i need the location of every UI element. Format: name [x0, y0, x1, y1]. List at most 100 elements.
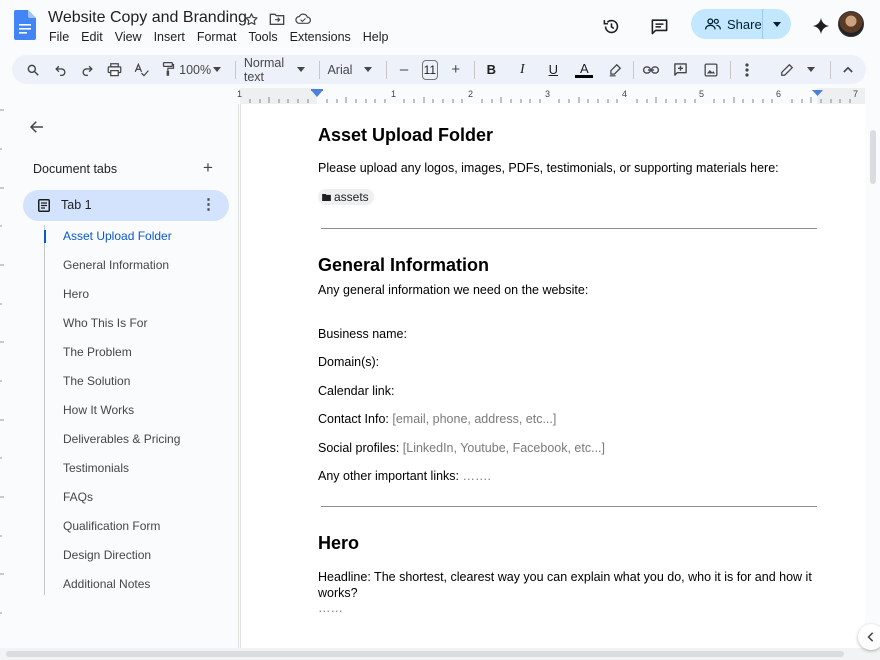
social-profiles-field: Social profiles: [LinkedIn, Youtube, Fac…: [318, 441, 605, 455]
gemini-icon[interactable]: [811, 16, 831, 36]
text-color-button[interactable]: A: [575, 61, 594, 78]
add-comment-icon[interactable]: [672, 59, 690, 81]
undo-icon[interactable]: [51, 59, 69, 81]
paragraph-style-select[interactable]: Normal text: [244, 56, 292, 84]
title-bar: Website Copy and Branding File Edit View…: [0, 0, 880, 52]
horizontal-scrollbar[interactable]: [0, 648, 880, 660]
move-to-folder-icon[interactable]: [269, 11, 285, 27]
document-page[interactable]: Asset Upload Folder Please upload any lo…: [240, 104, 865, 648]
folder-icon: [322, 193, 331, 201]
zoom-caret-icon[interactable]: [208, 59, 226, 81]
ruler-number: 6: [776, 89, 782, 99]
outline-item-the-problem[interactable]: The Problem: [63, 345, 132, 359]
tab-1[interactable]: Tab 1 ⋮: [23, 190, 229, 221]
heading-general-information: General Information: [318, 255, 490, 275]
outline-item-testimonials[interactable]: Testimonials: [63, 461, 129, 475]
docs-logo-icon[interactable]: [14, 10, 36, 40]
other-links-label: Any other important links:: [318, 469, 463, 483]
domains-field: Domain(s):: [318, 355, 380, 369]
paint-format-icon[interactable]: [159, 59, 177, 81]
cloud-saved-icon[interactable]: [295, 11, 311, 27]
vertical-ruler[interactable]: [0, 104, 8, 644]
insert-image-icon[interactable]: [702, 59, 720, 81]
menu-extensions[interactable]: Extensions: [284, 30, 357, 44]
toolbar-divider: [830, 60, 832, 79]
menu-format[interactable]: Format: [191, 30, 243, 44]
comments-icon[interactable]: [649, 16, 669, 36]
underline-button[interactable]: U: [544, 59, 562, 81]
ruler-number: 1: [391, 89, 397, 99]
tab-1-label: Tab 1: [61, 198, 92, 212]
search-menus-icon[interactable]: [24, 59, 42, 81]
bold-button[interactable]: B: [482, 59, 500, 81]
zoom-select[interactable]: 100%: [179, 59, 211, 81]
outline-item-how-it-works[interactable]: How It Works: [63, 403, 134, 417]
ruler-number: 2: [468, 89, 474, 99]
toolbar-divider: [235, 60, 236, 79]
share-button[interactable]: Share: [691, 9, 791, 39]
editing-mode-caret-icon[interactable]: [802, 59, 820, 81]
horizontal-divider: [321, 228, 817, 229]
toolbar-divider: [633, 60, 634, 79]
hero-headline-line-1: Headline: The shortest, clearest way you…: [318, 570, 812, 584]
horizontal-scroll-thumb[interactable]: [6, 651, 844, 657]
outline-item-faqs[interactable]: FAQs: [63, 490, 93, 504]
outline-item-general-information[interactable]: General Information: [63, 258, 169, 272]
increase-font-size-button[interactable]: +: [447, 59, 465, 81]
italic-button[interactable]: I: [513, 59, 531, 81]
style-caret-icon[interactable]: [292, 59, 310, 81]
outline-item-deliverables-pricing[interactable]: Deliverables & Pricing: [63, 432, 180, 446]
outline-item-who-this-is-for[interactable]: Who This Is For: [63, 316, 147, 330]
outline-item-hero[interactable]: Hero: [63, 287, 89, 301]
redo-icon[interactable]: [78, 59, 96, 81]
menu-file[interactable]: File: [43, 30, 75, 44]
more-options-icon[interactable]: [738, 59, 756, 81]
toolbar-divider: [729, 60, 731, 79]
ruler-ticks: [240, 88, 865, 104]
version-history-icon[interactable]: [601, 16, 621, 36]
spelling-check-icon[interactable]: [132, 59, 150, 81]
document-tabs-heading: Document tabs: [33, 162, 118, 176]
avatar[interactable]: [838, 11, 864, 37]
star-icon[interactable]: [243, 11, 259, 27]
social-profiles-label: Social profiles:: [318, 441, 403, 455]
hide-menus-chevron-up-icon[interactable]: [839, 59, 857, 81]
font-caret-icon[interactable]: [359, 59, 377, 81]
ruler-number: 7: [853, 89, 859, 99]
share-label: Share: [727, 16, 762, 32]
menu-view[interactable]: View: [109, 30, 148, 44]
back-arrow-icon[interactable]: [28, 118, 46, 136]
menu-help[interactable]: Help: [357, 30, 395, 44]
side-panel-toggle-button[interactable]: [858, 624, 880, 650]
outline-active-indicator: [44, 230, 46, 243]
heading-hero: Hero: [318, 533, 360, 553]
outline-item-additional-notes[interactable]: Additional Notes: [63, 577, 150, 591]
decrease-font-size-button[interactable]: –: [395, 59, 413, 81]
outline-item-qualification-form[interactable]: Qualification Form: [63, 519, 160, 533]
document-canvas[interactable]: Asset Upload Folder Please upload any lo…: [240, 104, 865, 648]
vertical-scrollbar[interactable]: [866, 104, 880, 648]
font-size-input[interactable]: 11: [422, 59, 438, 80]
social-profiles-placeholder: [LinkedIn, Youtube, Facebook, etc...]: [402, 441, 605, 455]
outline-item-the-solution[interactable]: The Solution: [63, 374, 130, 388]
general-info-intro: Any general information we need on the w…: [318, 283, 589, 297]
add-tab-button[interactable]: +: [200, 159, 216, 176]
share-options-caret-icon[interactable]: [763, 21, 791, 27]
menu-tools[interactable]: Tools: [242, 30, 283, 44]
horizontal-ruler[interactable]: 1 1 2 3 4 5 6 7: [237, 88, 865, 104]
tab-options-icon[interactable]: ⋮: [201, 197, 216, 213]
outline-guide-line: [44, 225, 45, 595]
vertical-scroll-thumb[interactable]: [870, 130, 876, 184]
print-icon[interactable]: [105, 59, 123, 81]
menu-edit[interactable]: Edit: [75, 30, 109, 44]
insert-link-icon[interactable]: [642, 59, 660, 81]
highlight-pen-icon[interactable]: [606, 59, 624, 81]
editing-mode-pencil-icon[interactable]: [778, 59, 796, 81]
outline-item-design-direction[interactable]: Design Direction: [63, 548, 151, 562]
font-select[interactable]: Arial: [327, 59, 359, 81]
outline-item-asset-upload-folder[interactable]: Asset Upload Folder: [63, 229, 172, 243]
document-title[interactable]: Website Copy and Branding: [48, 9, 247, 27]
assets-folder-chip[interactable]: assets: [318, 189, 374, 205]
menu-insert[interactable]: Insert: [148, 30, 191, 44]
contact-info-label: Contact Info:: [318, 412, 393, 426]
